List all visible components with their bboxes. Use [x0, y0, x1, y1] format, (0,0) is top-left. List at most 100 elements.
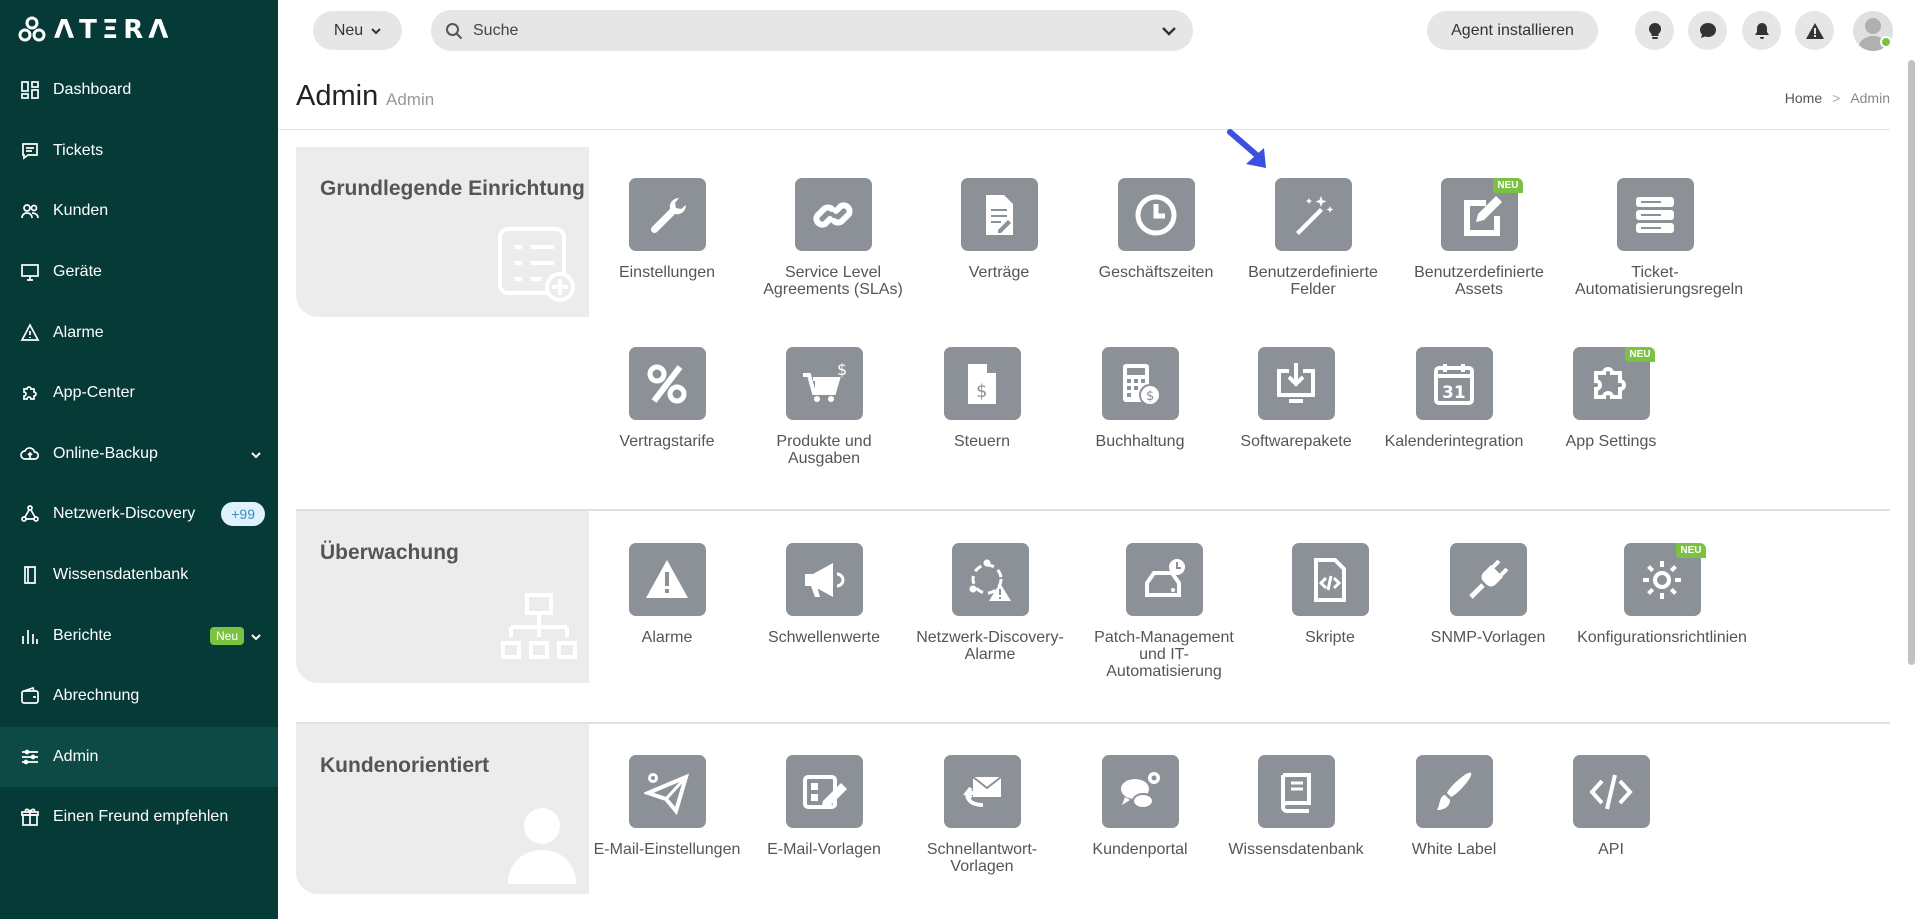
sidebar-item-berichte[interactable]: Berichte Neu [0, 605, 278, 666]
scrollbar[interactable] [1908, 60, 1915, 665]
breadcrumb-home[interactable]: Home [1785, 90, 1822, 106]
book-icon [1281, 772, 1311, 813]
tile-api[interactable]: API [1531, 755, 1691, 858]
tile-benutzerdefinierte-felder[interactable]: Benutzerdefinierte Felder [1233, 178, 1393, 298]
chevron-down-icon[interactable] [250, 448, 262, 460]
percent-icon [647, 364, 687, 403]
new-button[interactable]: Neu [313, 11, 402, 50]
sidebar-item-app-center[interactable]: App-Center [0, 363, 278, 424]
tile-white-label[interactable]: White Label [1374, 755, 1534, 858]
tile-e-mail-vorlagen[interactable]: E-Mail-Vorlagen [744, 755, 904, 858]
sidebar-item-geraete[interactable]: Geräte [0, 242, 278, 303]
sidebar-item-tickets[interactable]: Tickets [0, 121, 278, 182]
tile-label: SNMP-Vorlagen [1430, 629, 1546, 646]
sidebar-item-label: Geräte [53, 263, 102, 281]
tile-label: API [1598, 841, 1624, 858]
tile-slas[interactable]: Service Level Agreements (SLAs) [753, 178, 913, 298]
users-icon [20, 201, 40, 221]
tile-label: White Label [1411, 841, 1497, 858]
tile-snmp-vorlagen[interactable]: SNMP-Vorlagen [1408, 543, 1568, 646]
sidebar-item-kunden[interactable]: Kunden [0, 181, 278, 242]
chat-icon[interactable] [1688, 11, 1727, 50]
tile-alarme[interactable]: Alarme [587, 543, 747, 646]
tile-schwellenwerte[interactable]: Schwellenwerte [744, 543, 904, 646]
sidebar-item-label: Tickets [53, 141, 104, 159]
tile-buchhaltung[interactable]: $ Buchhaltung [1060, 347, 1220, 450]
tile-benutzerdefinierte-assets[interactable]: NEU Benutzerdefinierte Assets [1399, 178, 1559, 298]
tile-label: Service Level Agreements (SLAs) [763, 264, 903, 298]
sidebar-item-online-backup[interactable]: Online-Backup [0, 424, 278, 485]
sidebar-item-alarme[interactable]: Alarme [0, 302, 278, 363]
cloud-icon [20, 444, 40, 464]
tile-softwarepakete[interactable]: Softwarepakete [1216, 347, 1376, 450]
tile-einstellungen[interactable]: Einstellungen [587, 178, 747, 281]
sidebar-item-netzwerk-discovery[interactable]: Netzwerk-Discovery +99 [0, 484, 278, 545]
ticket-icon [20, 141, 40, 161]
search-input[interactable]: Suche [431, 10, 1193, 51]
new-badge: Neu [209, 626, 244, 645]
tile-label: Netzwerk-Discovery-Alarme [916, 629, 1064, 663]
new-button-label: Neu [333, 21, 364, 39]
svg-text:$: $ [1146, 389, 1154, 404]
tile-label: Softwarepakete [1240, 433, 1352, 450]
chevron-down-icon[interactable] [250, 630, 262, 642]
chart-icon [20, 626, 40, 646]
tile-vertraege[interactable]: Verträge [919, 178, 1079, 281]
section-title: Kundenorientiert [320, 754, 490, 777]
sidebar-item-freund-empfehlen[interactable]: Einen Freund empfehlen [0, 787, 278, 848]
tile-steuern[interactable]: $ Steuern [902, 347, 1062, 450]
install-agent-button[interactable]: Agent installieren [1427, 11, 1598, 50]
tile-wissensdatenbank[interactable]: Wissensdatenbank [1216, 755, 1376, 858]
sitemap-icon [501, 593, 577, 674]
alert-icon[interactable] [1795, 11, 1834, 50]
chevron-down-icon[interactable] [1161, 23, 1177, 39]
breadcrumb-current: Admin [1850, 90, 1890, 106]
tile-schnellantwort-vorlagen[interactable]: Schnellantwort-Vorlagen [902, 755, 1062, 875]
tile-geschaeftszeiten[interactable]: Geschäftszeiten [1076, 178, 1236, 281]
gear-icon [1643, 560, 1681, 599]
logo-text: ΛTΞRΛ [54, 15, 174, 45]
edit-doc-icon [1464, 195, 1502, 236]
breadcrumb-separator: > [1832, 90, 1841, 106]
tile-label: Konfigurationsrichtlinien [1577, 629, 1747, 646]
sidebar-item-dashboard[interactable]: Dashboard [0, 60, 278, 121]
reply-mail-icon [962, 775, 1002, 807]
tile-netzwerk-discovery-alarme[interactable]: Netzwerk-Discovery-Alarme [910, 543, 1070, 663]
puzzle-icon [20, 383, 40, 403]
tile-patch-management[interactable]: Patch-Management und IT-Automatisierung [1084, 543, 1244, 680]
tile-label: Schnellantwort-Vorlagen [926, 841, 1038, 875]
sidebar-item-label: Einen Freund empfehlen [53, 808, 229, 826]
atera-logo[interactable]: ΛTΞRΛ [18, 14, 173, 46]
tile-ticket-automatisierungsregeln[interactable]: Ticket-Automatisierungsregeln [1575, 178, 1743, 298]
send-gear-icon [644, 772, 690, 815]
header-divider [278, 129, 1890, 130]
count-badge: +99 [221, 502, 265, 527]
tile-skripte[interactable]: Skripte [1250, 543, 1410, 646]
lightbulb-icon[interactable] [1635, 11, 1674, 50]
sidebar-item-abrechnung[interactable]: Abrechnung [0, 666, 278, 727]
tile-konfigurationsrichtlinien[interactable]: NEU Konfigurationsrichtlinien [1572, 543, 1752, 646]
tile-kundenportal[interactable]: Kundenportal [1060, 755, 1220, 858]
sidebar-item-wissensdatenbank[interactable]: Wissensdatenbank [0, 545, 278, 606]
bell-icon[interactable] [1742, 11, 1781, 50]
sidebar-item-label: Kunden [53, 202, 109, 220]
tile-label: E-Mail-Einstellungen [593, 841, 741, 858]
tile-produkte-und-ausgaben[interactable]: $ Produkte und Ausgaben [744, 347, 904, 467]
sidebar-item-label: Abrechnung [53, 687, 140, 705]
sidebar-item-admin[interactable]: Admin [0, 726, 278, 788]
monitor-icon [20, 262, 40, 282]
tile-kalenderintegration[interactable]: 31 Kalenderintegration [1374, 347, 1534, 450]
section-panel-monitoring: Überwachung [296, 511, 589, 683]
chevron-down-icon [371, 27, 381, 34]
new-tag: NEU [1676, 543, 1706, 558]
tile-e-mail-einstellungen[interactable]: E-Mail-Einstellungen [587, 755, 747, 858]
warning-icon [20, 322, 40, 343]
tile-label: Kalenderintegration [1384, 433, 1524, 450]
sidebar: ΛTΞRΛ Dashboard Tickets Kunden Geräte Al… [0, 0, 278, 919]
pointer-arrow-icon [1227, 129, 1266, 168]
gift-icon [20, 807, 40, 827]
tile-label: Skripte [1305, 629, 1355, 646]
sidebar-item-label: App-Center [53, 384, 135, 402]
tile-vertragstarife[interactable]: Vertragstarife [587, 347, 747, 450]
tile-app-settings[interactable]: NEU App Settings [1531, 347, 1691, 450]
